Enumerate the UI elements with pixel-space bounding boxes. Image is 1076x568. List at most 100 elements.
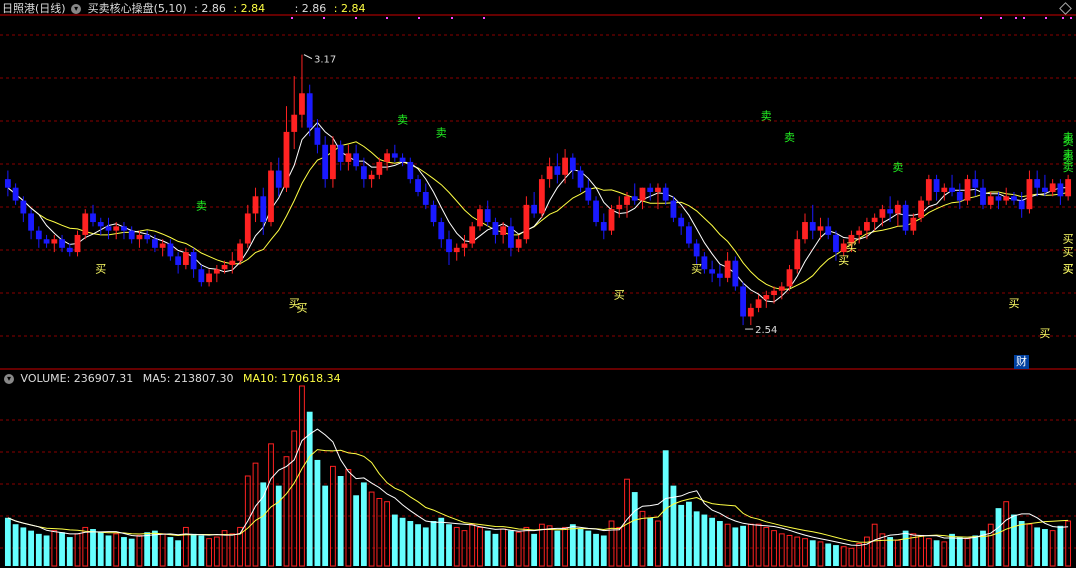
- candle: [492, 217, 499, 244]
- volume-bar: [206, 538, 212, 567]
- candle: [198, 264, 205, 287]
- candle: [90, 204, 96, 227]
- marker-dot: [418, 17, 420, 19]
- candle-body: [28, 213, 34, 231]
- candle: [593, 196, 599, 227]
- candle-body: [492, 222, 499, 235]
- candle: [461, 234, 468, 257]
- candle: [43, 234, 50, 248]
- volume-bar: [678, 504, 685, 566]
- candle-body: [422, 192, 429, 205]
- candle-body: [562, 157, 568, 175]
- volume-bar: [918, 534, 924, 567]
- volume-bar: [306, 411, 313, 566]
- candle-body: [500, 226, 507, 235]
- volume-bar: [299, 385, 305, 567]
- buy-signal: 买: [95, 263, 106, 276]
- candle-body: [538, 179, 545, 214]
- candle: [446, 230, 452, 265]
- min-price-label: 2.54: [755, 325, 777, 336]
- candle-body: [391, 153, 398, 158]
- volume-ma10-line: [7, 449, 1069, 543]
- chevron-down-icon[interactable]: ▾: [71, 4, 82, 14]
- candle-body: [345, 153, 352, 162]
- candle: [639, 187, 646, 210]
- volume-bar: [159, 533, 166, 567]
- sell-signal: 卖: [1063, 135, 1074, 148]
- volume-bar: [693, 511, 700, 566]
- candle: [1049, 179, 1056, 197]
- candle-body: [554, 166, 561, 175]
- candlestick-series[interactable]: [4, 54, 1072, 326]
- volume-ma5: MA5: 213807.30: [142, 372, 234, 385]
- indicator-name[interactable]: 买卖核心操盘(5,10): [88, 2, 187, 15]
- candle-body: [469, 226, 476, 244]
- candle: [778, 282, 785, 300]
- volume-series[interactable]: [4, 385, 1072, 567]
- candle-body: [306, 93, 313, 128]
- indicator-value-2: : 2.84: [233, 2, 266, 15]
- candle: [701, 252, 708, 274]
- candle: [964, 174, 971, 205]
- volume-bar: [438, 517, 445, 566]
- candle: [175, 252, 182, 274]
- volume-bar: [763, 526, 770, 567]
- candle: [771, 286, 777, 304]
- volume-bar: [956, 537, 963, 566]
- candle: [631, 183, 638, 205]
- candle-body: [190, 252, 197, 270]
- volume-bar: [1042, 529, 1048, 566]
- chevron-down-icon[interactable]: ▾: [4, 374, 14, 384]
- candle: [299, 54, 305, 128]
- candle: [376, 157, 383, 180]
- marker-dot: [1062, 17, 1064, 19]
- candle: [337, 140, 344, 171]
- candle-body: [113, 226, 120, 231]
- marker-dot: [483, 17, 485, 19]
- candle-body: [121, 226, 127, 231]
- volume-bar: [964, 538, 971, 567]
- volume-bar: [616, 526, 623, 567]
- candle-body: [1018, 200, 1025, 210]
- candle-body: [90, 213, 96, 223]
- marker-dot: [1015, 17, 1017, 19]
- candle-body: [833, 234, 839, 253]
- candle-body: [701, 256, 708, 270]
- candle-body: [1003, 196, 1010, 201]
- candle-body: [198, 269, 205, 283]
- volume-bar: [66, 537, 73, 566]
- grid-lines: [0, 14, 1076, 549]
- candle-body: [755, 299, 762, 308]
- volume-bar: [538, 523, 545, 567]
- marker-dot: [1070, 17, 1072, 19]
- candle-body: [693, 243, 700, 257]
- finance-badge[interactable]: 财: [1014, 355, 1029, 369]
- volume-bar: [1003, 501, 1010, 567]
- volume-bar: [322, 485, 329, 566]
- candle-body: [97, 222, 104, 227]
- candle-body: [1049, 183, 1056, 192]
- volume-bar: [585, 530, 592, 566]
- candle: [283, 106, 290, 192]
- volume-bar: [376, 498, 383, 567]
- candle-body: [980, 187, 986, 205]
- candle-body: [1026, 179, 1033, 210]
- candle: [538, 174, 545, 218]
- volume-bar: [716, 521, 723, 566]
- candle-body: [229, 260, 236, 265]
- volume-bar: [167, 537, 174, 566]
- main-header: 日照港(日线) ▾ 买卖核心操盘(5,10) : 2.86 : 2.84 : 2…: [2, 2, 365, 16]
- volume-bar: [600, 535, 607, 566]
- volume-ma10: MA10: 170618.34: [242, 372, 341, 385]
- stock-title[interactable]: 日照港(日线): [2, 2, 66, 15]
- volume-ma5-line: [7, 428, 1069, 546]
- candle: [368, 170, 375, 188]
- candle: [1003, 187, 1010, 205]
- candle-body: [925, 179, 932, 201]
- candle: [508, 217, 514, 257]
- candle: [1065, 174, 1072, 201]
- candle-body: [4, 179, 11, 188]
- volume-bar: [82, 526, 89, 567]
- volume-ma-lines: [7, 428, 1069, 546]
- candle-body: [1034, 179, 1041, 188]
